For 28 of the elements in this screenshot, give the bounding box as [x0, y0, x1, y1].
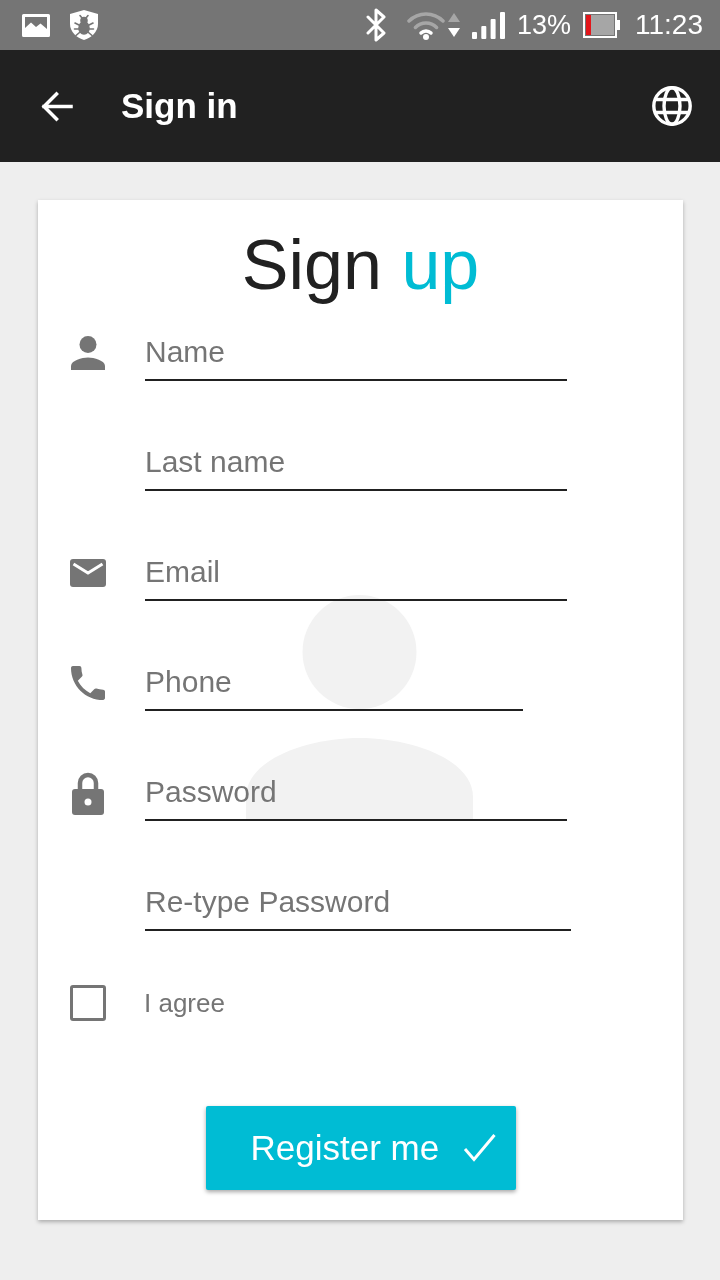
- bluetooth-icon: [364, 8, 388, 42]
- title-word: Sign: [241, 225, 382, 305]
- email-field[interactable]: Email: [145, 545, 567, 601]
- agree-checkbox[interactable]: [70, 985, 106, 1021]
- phone-icon: [71, 666, 105, 700]
- title-word: up: [401, 225, 480, 305]
- battery-icon: [583, 12, 620, 38]
- last-name-field[interactable]: Last name: [145, 435, 567, 491]
- globe-icon[interactable]: [652, 86, 692, 126]
- image-icon: [22, 13, 50, 37]
- battery-percent: 13%: [516, 9, 571, 41]
- data-arrows-icon: [447, 13, 460, 37]
- person-icon: [70, 336, 106, 370]
- check-icon: [463, 1133, 497, 1163]
- lock-icon: [72, 771, 104, 815]
- app-bar-title: Sign in: [121, 85, 238, 127]
- signal-icon: [471, 11, 505, 39]
- agree-label: I agree: [144, 987, 225, 1019]
- name-field[interactable]: Name: [145, 325, 567, 381]
- phone-field[interactable]: Phone: [145, 655, 523, 711]
- back-arrow-icon[interactable]: [40, 89, 73, 123]
- mail-icon: [70, 559, 106, 587]
- shield-bug-icon: [70, 10, 98, 40]
- wifi-icon: [406, 10, 445, 40]
- password-field[interactable]: Password: [145, 765, 567, 821]
- register-button[interactable]: Register me: [205, 1106, 516, 1190]
- clock: 11:23: [635, 9, 703, 41]
- confirm-password-field[interactable]: Re-type Password: [145, 875, 571, 931]
